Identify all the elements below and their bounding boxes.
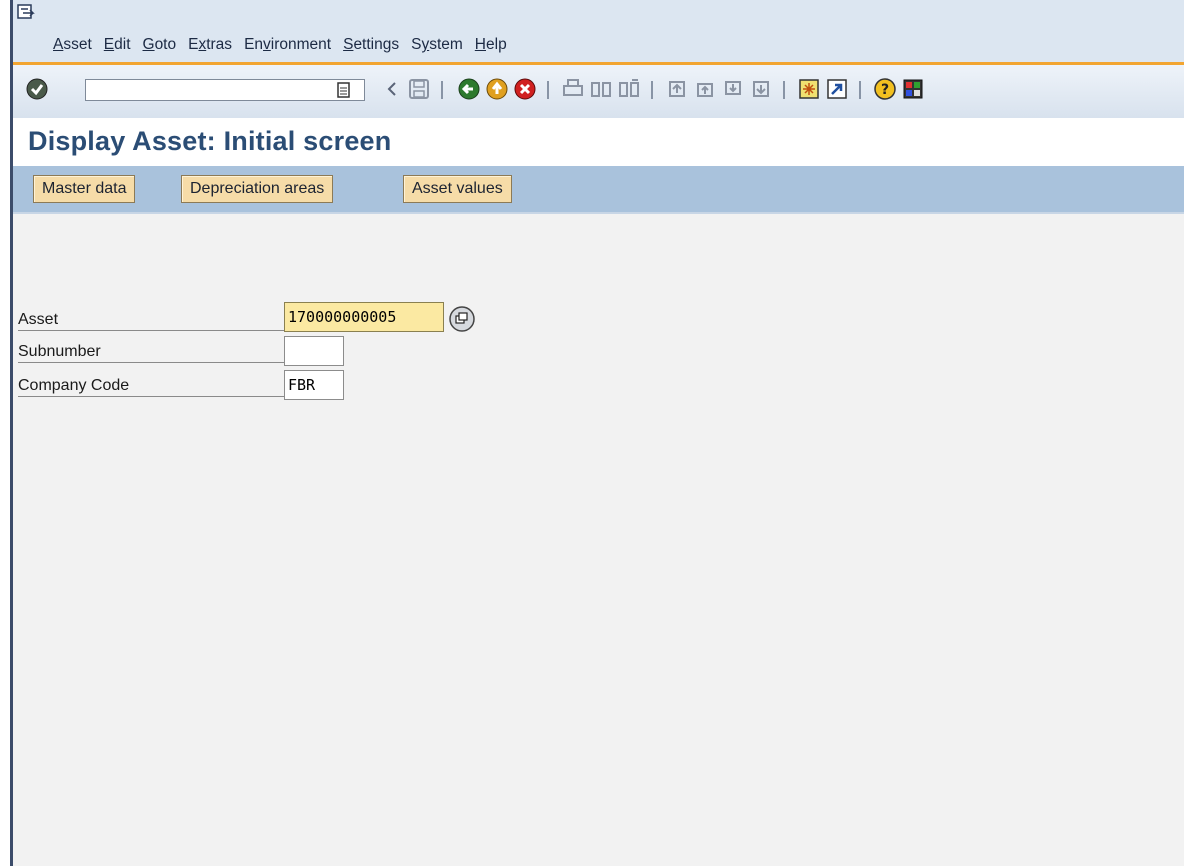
menu-asset[interactable]: Asset [53, 36, 92, 56]
back-icon[interactable] [457, 77, 481, 101]
shortcut-icon[interactable] [825, 77, 849, 101]
help-icon[interactable]: ? [873, 77, 897, 101]
menu-bar: Asset Edit Goto Extras Environment Setti… [13, 0, 1184, 62]
menu-settings[interactable]: Settings [343, 36, 399, 56]
master-data-button[interactable]: Master data [33, 175, 136, 203]
system-menu-icon[interactable] [17, 4, 35, 20]
collapse-arrow-icon[interactable] [381, 77, 405, 101]
customize-layout-icon[interactable] [901, 77, 925, 101]
find-next-icon[interactable] [617, 77, 641, 101]
find-icon[interactable] [589, 77, 613, 101]
company-code-input[interactable]: FBR [284, 370, 344, 400]
menu-edit[interactable]: Edit [104, 36, 131, 56]
command-field[interactable] [85, 79, 365, 101]
menu-items: Asset Edit Goto Extras Environment Setti… [53, 36, 519, 56]
menu-help[interactable]: Help [475, 36, 507, 56]
subnumber-input[interactable] [284, 336, 344, 366]
print-icon[interactable] [561, 77, 585, 101]
svg-text:?: ? [881, 82, 889, 98]
exit-icon[interactable] [485, 77, 509, 101]
menu-system[interactable]: System [411, 36, 463, 56]
save-icon[interactable] [407, 77, 431, 101]
application-toolbar: Master data Depreciation areas Asset val… [13, 166, 1184, 214]
menu-environment[interactable]: Environment [244, 36, 331, 56]
last-page-icon[interactable] [749, 77, 773, 101]
enter-checkmark-icon[interactable] [25, 77, 49, 101]
cancel-icon[interactable] [513, 77, 537, 101]
depreciation-areas-button[interactable]: Depreciation areas [181, 175, 334, 203]
first-page-icon[interactable] [665, 77, 689, 101]
title-bar: Display Asset: Initial screen [13, 118, 1184, 166]
previous-page-icon[interactable] [693, 77, 717, 101]
menu-goto[interactable]: Goto [143, 36, 177, 56]
next-page-icon[interactable] [721, 77, 745, 101]
asset-values-button[interactable]: Asset values [403, 175, 512, 203]
multiple-selection-icon[interactable] [447, 304, 477, 334]
asset-input[interactable]: 170000000005 [284, 302, 444, 332]
sap-window: Asset Edit Goto Extras Environment Setti… [10, 0, 1184, 866]
company-code-label: Company Code [18, 372, 284, 397]
subnumber-label: Subnumber [18, 338, 284, 363]
command-history-icon[interactable] [335, 81, 353, 99]
menu-extras[interactable]: Extras [188, 36, 232, 56]
page-title: Display Asset: Initial screen [28, 126, 392, 156]
asset-label: Asset [18, 306, 284, 331]
create-session-icon[interactable] [797, 77, 821, 101]
standard-toolbar: ? [13, 62, 1184, 118]
